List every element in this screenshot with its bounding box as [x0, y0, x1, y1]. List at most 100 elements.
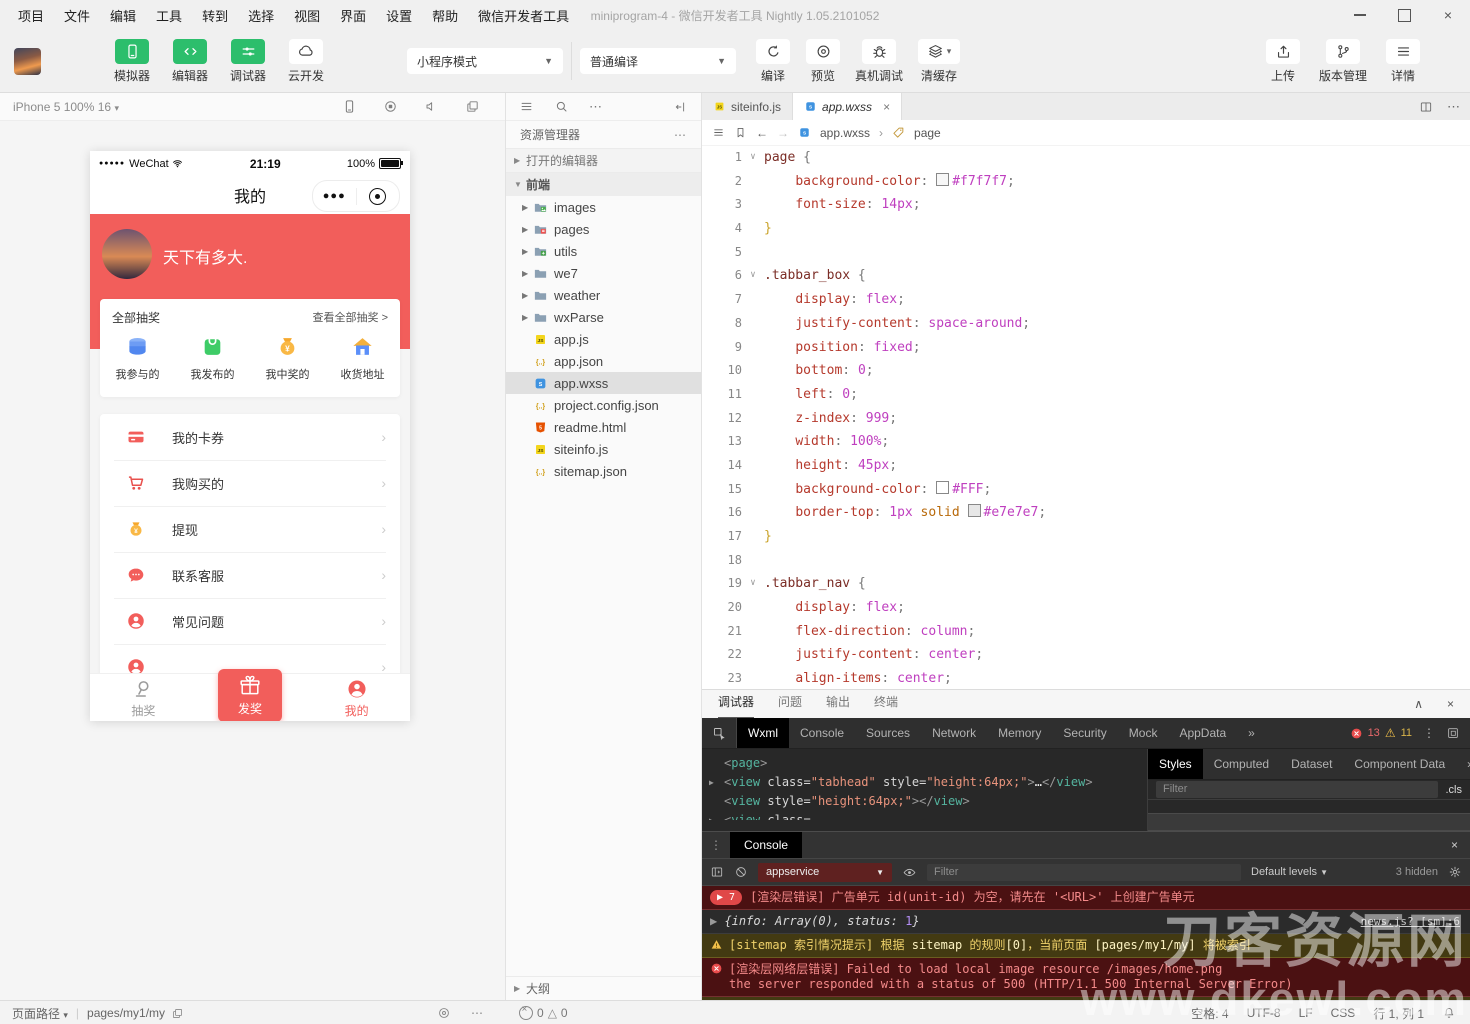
error-count[interactable]: 13 [1368, 727, 1380, 739]
console-filter-input[interactable]: Filter [927, 864, 1241, 881]
console-messages[interactable]: ▶ 7[渲染层错误] 广告单元 id(unit-id) 为空，请先在 '<URL… [702, 886, 1470, 1000]
debugger-tab-问题[interactable]: 问题 [778, 689, 802, 717]
devtools-tab-security[interactable]: Security [1052, 718, 1117, 748]
tree-item-wxParse[interactable]: ▶wxParse [506, 306, 701, 328]
expand-arrow-icon[interactable]: ▶ [709, 811, 714, 820]
tree-item-utils[interactable]: ▶utils [506, 240, 701, 262]
list-icon[interactable] [519, 99, 534, 114]
menu-item-2[interactable]: 编辑 [100, 6, 146, 25]
console-sidebar-icon[interactable] [710, 865, 724, 879]
tree-item-project.config.json[interactable]: ▶{..}project.config.json [506, 394, 701, 416]
problems-error-count[interactable]: 0 [537, 1006, 544, 1020]
tree-item-weather[interactable]: ▶weather [506, 284, 701, 306]
fold-icon[interactable]: ∨ [742, 572, 764, 596]
status-item-2[interactable]: UTF-8 [1247, 1006, 1281, 1020]
preview-button[interactable]: 预览 [798, 39, 848, 84]
expand-arrow-icon[interactable]: ▶ [709, 773, 714, 792]
tree-item-app.wxss[interactable]: ▶Sapp.wxss [506, 372, 701, 394]
tree-item-we7[interactable]: ▶we7 [506, 262, 701, 284]
device-selector[interactable]: iPhone 5 100% 16 ▾ [13, 100, 119, 114]
devtools-tab-wxml[interactable]: Wxml [737, 718, 789, 748]
js-context-select[interactable]: appservice ▼ [758, 863, 892, 882]
fold-icon[interactable]: ∨ [742, 146, 764, 170]
menu-item-我的卡券[interactable]: 我的卡券› [100, 414, 400, 460]
inspect-element-icon[interactable] [712, 726, 727, 741]
menu-item-常见问题[interactable]: 常见问题› [100, 598, 400, 644]
console-settings-icon[interactable] [1448, 865, 1462, 879]
maximize-button[interactable] [1382, 0, 1426, 30]
menu-item-联系客服[interactable]: 联系客服› [100, 552, 400, 598]
search-icon[interactable] [554, 99, 569, 114]
menu-item-3[interactable]: 工具 [146, 6, 192, 25]
minimize-button[interactable] [1338, 0, 1382, 30]
cloud-dev-button[interactable]: 云开发 [281, 39, 331, 84]
detail-button[interactable]: 详情 [1378, 39, 1428, 84]
styles-tab-computed[interactable]: Computed [1203, 749, 1280, 779]
debugger-tab-终端[interactable]: 终端 [874, 689, 898, 717]
menu-item-我购买的[interactable]: 我购买的› [100, 460, 400, 506]
log-levels-select[interactable]: Default levels ▼ [1251, 866, 1328, 878]
close-icon[interactable]: × [1447, 697, 1454, 711]
more-menu-button[interactable]: ●●● [313, 190, 356, 202]
project-root-section[interactable]: ▼ 前端 [506, 172, 701, 196]
problems-warning-count[interactable]: 0 [561, 1006, 568, 1020]
tree-item-app.json[interactable]: ▶{..}app.json [506, 350, 701, 372]
editor-tab-app.wxss[interactable]: Sapp.wxss× [793, 93, 902, 120]
kebab-menu-icon[interactable]: ⋮ [702, 838, 730, 852]
menu-item-1[interactable]: 文件 [54, 6, 100, 25]
console-message-1[interactable]: ▶ {info: Array(0), status: 1}news.js? [s… [702, 910, 1470, 934]
menu-item-6[interactable]: 视图 [284, 6, 330, 25]
user-avatar[interactable] [14, 48, 41, 75]
more-icon[interactable]: ⋯ [1447, 99, 1460, 115]
upload-button[interactable]: 上传 [1258, 39, 1308, 84]
devtools-tab-memory[interactable]: Memory [987, 718, 1052, 748]
more-tabs-icon[interactable]: » [1237, 718, 1266, 748]
simulator-button[interactable]: 模拟器 [107, 39, 157, 84]
menu-item-提现[interactable]: ¥提现› [100, 506, 400, 552]
status-item-3[interactable]: LF [1299, 1006, 1313, 1020]
wxml-node-0[interactable]: <page> [702, 754, 1147, 773]
console-message-0[interactable]: ▶ 7[渲染层错误] 广告单元 id(unit-id) 为空，请先在 '<URL… [702, 886, 1470, 910]
wxml-tree[interactable]: <page>▶<view class="tabhead" style="heig… [702, 749, 1148, 831]
real-device-debug-button[interactable]: 真机调试 [848, 39, 910, 84]
nav-forward-icon[interactable]: → [777, 126, 789, 140]
status-item-0[interactable]: 行 1, 列 1 [1373, 1005, 1424, 1022]
warning-count[interactable]: 11 [1401, 727, 1412, 739]
editor-button[interactable]: 编辑器 [165, 39, 215, 84]
mode-select[interactable]: 小程序模式 ▼ [407, 48, 563, 74]
repeat-count-badge[interactable]: ▶ 7 [710, 890, 742, 905]
tree-item-siteinfo.js[interactable]: ▶JSsiteinfo.js [506, 438, 701, 460]
tab-发奖[interactable]: 发奖 [218, 669, 282, 721]
dock-icon[interactable] [1446, 726, 1460, 740]
editor-tab-siteinfo.js[interactable]: JSsiteinfo.js [702, 93, 793, 120]
lottery-item-我发布的[interactable]: 我发布的 [175, 334, 250, 382]
copy-icon[interactable] [171, 1007, 184, 1020]
speaker-icon[interactable] [424, 99, 439, 114]
collapse-panel-icon[interactable] [674, 100, 688, 114]
menu-item-5[interactable]: 选择 [238, 6, 284, 25]
version-manage-button[interactable]: 版本管理 [1314, 39, 1372, 84]
menu-item-0[interactable]: 项目 [8, 6, 54, 25]
devtools-tab-appdata[interactable]: AppData [1168, 718, 1237, 748]
fold-icon[interactable]: ∨ [742, 264, 764, 288]
cls-toggle-button[interactable]: .cls [1446, 784, 1463, 796]
tree-item-app.js[interactable]: ▶JSapp.js [506, 328, 701, 350]
wxml-node-1[interactable]: ▶<view class="tabhead" style="height:64p… [702, 773, 1147, 792]
more-tabs-icon[interactable]: » [1456, 749, 1470, 779]
styles-filter-input[interactable]: Filter [1156, 781, 1438, 798]
compile-mode-select[interactable]: 普通编译 ▼ [580, 48, 736, 74]
rotate-device-icon[interactable] [342, 99, 357, 114]
styles-tab-styles[interactable]: Styles [1148, 749, 1203, 779]
debugger-tab-输出[interactable]: 输出 [826, 689, 850, 717]
devtools-tab-sources[interactable]: Sources [855, 718, 921, 748]
close-button[interactable]: × [1426, 0, 1470, 30]
tree-item-sitemap.json[interactable]: ▶{..}sitemap.json [506, 460, 701, 482]
breadcrumb-file[interactable]: app.wxss [820, 126, 870, 140]
console-message-4[interactable]: [sitemap 索引情况提示] 根据 sitemap 的规则[0]，当前页面 … [702, 997, 1470, 1000]
multi-window-icon[interactable] [465, 99, 480, 114]
console-tab[interactable]: Console [730, 832, 802, 858]
lottery-item-收货地址[interactable]: 收货地址 [325, 334, 400, 382]
clear-console-icon[interactable] [734, 865, 748, 879]
code-editor[interactable]: 1∨page {2 background-color: #f7f7f7;3 fo… [702, 146, 1470, 689]
tab-抽奖[interactable]: 抽奖 [90, 674, 197, 721]
